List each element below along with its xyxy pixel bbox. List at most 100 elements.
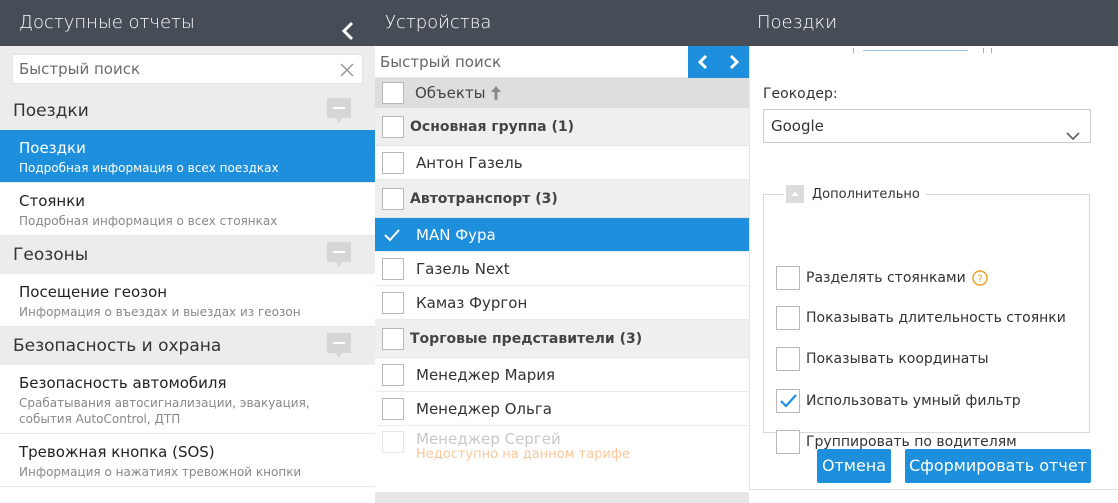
device-checkbox[interactable] (382, 363, 404, 386)
devices-search-bar (375, 46, 749, 78)
device-label: Антон Газель (416, 153, 523, 172)
report-item-title: Тревожная кнопка (SOS) (19, 443, 215, 461)
tariff-note: Недоступно на данном тарифе (416, 447, 631, 462)
devices-panel-header: Устройства (375, 0, 749, 46)
reports-search-box (12, 54, 363, 84)
option-smart-filter[interactable]: Использовать умный фильтр (776, 389, 1021, 413)
trips-panel-footer (749, 489, 1118, 503)
group-checkbox[interactable] (382, 115, 404, 138)
device-checkbox[interactable] (382, 291, 404, 314)
device-item[interactable]: Менеджер Мария (375, 358, 749, 392)
geocoder-value: Google (771, 117, 824, 135)
device-group-sales[interactable]: Торговые представители (3) (375, 320, 749, 358)
device-checkbox[interactable] (382, 397, 404, 420)
geocoder-select[interactable]: Google (763, 109, 1091, 143)
option-show-stop-duration[interactable]: Показывать длительность стоянки (776, 306, 1066, 330)
device-label: Менеджер Мария (416, 365, 556, 384)
sort-arrow-up-icon[interactable] (490, 85, 502, 101)
option-show-coordinates[interactable]: Показывать координаты (776, 347, 989, 371)
device-item[interactable]: Менеджер Ольга (375, 392, 749, 426)
geocoder-label: Геокодер: (763, 86, 838, 102)
option-label: Разделять стоянками (806, 270, 966, 286)
clear-search-icon[interactable] (340, 62, 354, 77)
option-label: Показывать координаты (806, 351, 989, 367)
device-group-main[interactable]: Основная группа (1) (375, 108, 749, 146)
option-checkbox[interactable] (776, 430, 800, 454)
help-icon[interactable]: ? (971, 270, 988, 286)
device-label: Менеджер Сергей (416, 430, 561, 448)
option-split-by-stops[interactable]: Разделять стоянками ? (776, 266, 988, 290)
advanced-legend-label: Дополнительно (812, 186, 920, 202)
trips-panel-title: Поездки (757, 12, 838, 33)
reports-search-input[interactable] (13, 55, 362, 83)
chevron-up-icon[interactable] (786, 185, 804, 203)
reports-panel: Доступные отчеты Поездки Поездки Подробн… (0, 0, 375, 503)
report-group-geozones[interactable]: Геозоны (0, 236, 375, 274)
option-checkbox[interactable] (776, 306, 800, 330)
device-checkbox[interactable] (382, 257, 404, 280)
option-checkbox-checked[interactable] (776, 389, 800, 413)
collapse-group-icon[interactable] (327, 242, 351, 268)
device-item-selected[interactable]: MAN Фура (375, 218, 749, 252)
option-checkbox[interactable] (776, 266, 800, 290)
device-item-disabled: Менеджер Сергей Недоступно на данном тар… (375, 426, 749, 466)
device-item[interactable]: Газель Next (375, 252, 749, 286)
option-label: Использовать умный фильтр (806, 393, 1021, 409)
check-icon[interactable] (382, 225, 402, 245)
select-all-checkbox[interactable] (382, 82, 404, 104)
cancel-button[interactable]: Отмена (817, 449, 891, 483)
report-group-label: Безопасность и охрана (13, 336, 222, 356)
report-group-trips[interactable]: Поездки (0, 92, 375, 130)
device-item[interactable]: Антон Газель (375, 146, 749, 180)
report-item-title: Поездки (19, 139, 86, 157)
devices-panel-title: Устройства (385, 12, 492, 33)
objects-column-label: Объекты (415, 84, 486, 102)
chevron-left-icon[interactable] (693, 52, 713, 72)
collapse-left-icon[interactable] (341, 13, 355, 41)
reports-panel-header: Доступные отчеты (0, 0, 375, 46)
advanced-options: Дополнительно Разделять стоянками ? Пока… (763, 185, 1090, 454)
objects-column-header[interactable]: Объекты (375, 78, 749, 108)
group-checkbox[interactable] (382, 327, 404, 350)
device-label: Камаз Фургон (416, 293, 528, 312)
device-checkbox-disabled (382, 431, 404, 453)
group-checkbox[interactable] (382, 187, 404, 210)
device-group-label: Автотранспорт (3) (410, 190, 558, 207)
collapse-group-icon[interactable] (327, 98, 351, 124)
device-label: Газель Next (416, 259, 510, 278)
device-label-disabled: Менеджер Сергей Недоступно на данном тар… (416, 431, 630, 463)
report-item-geozone-visits[interactable]: Посещение геозон Информация о въездах и … (0, 274, 375, 327)
report-item-title: Безопасность автомобиля (19, 374, 227, 392)
report-item-title: Стоянки (19, 192, 86, 210)
report-item-desc: Информация о нажатиях тревожной кнопки (19, 465, 302, 479)
option-label: Показывать длительность стоянки (806, 310, 1066, 326)
trips-panel-header: Поездки (749, 0, 1118, 46)
reports-panel-title: Доступные отчеты (19, 12, 195, 33)
device-group-label: Основная группа (1) (410, 118, 575, 135)
device-item[interactable]: Камаз Фургон (375, 286, 749, 320)
trips-settings-body: Геокодер: Google Дополнительно Разделять… (749, 46, 1118, 503)
devices-search-input[interactable] (375, 46, 688, 78)
device-group-vehicles[interactable]: Автотранспорт (3) (375, 180, 749, 218)
advanced-legend[interactable]: Дополнительно (784, 185, 926, 203)
option-label: Группировать по водителям (806, 434, 1017, 450)
page-nav (688, 46, 749, 78)
device-label: Менеджер Ольга (416, 399, 552, 418)
report-group-security[interactable]: Безопасность и охрана (0, 327, 375, 365)
chevron-right-icon[interactable] (724, 52, 744, 72)
device-checkbox[interactable] (382, 151, 404, 174)
svg-text:?: ? (977, 274, 982, 285)
report-item-title: Посещение геозон (19, 283, 168, 301)
chevron-down-icon[interactable] (1066, 120, 1080, 141)
device-label: MAN Фура (416, 225, 496, 244)
generate-report-button[interactable]: Сформировать отчет (905, 449, 1091, 483)
report-item-trips[interactable]: Поездки Подробная информация о всех поез… (0, 130, 375, 183)
report-item-vehicle-security[interactable]: Безопасность автомобиля Срабатывания авт… (0, 365, 375, 434)
report-item-desc: Подробная информация о всех поездках (19, 161, 279, 175)
report-group-label: Геозоны (13, 245, 89, 265)
collapse-group-icon[interactable] (327, 333, 351, 359)
report-item-stops[interactable]: Стоянки Подробная информация о всех стоя… (0, 183, 375, 236)
report-item-sos[interactable]: Тревожная кнопка (SOS) Информация о нажа… (0, 434, 375, 487)
trips-settings-panel: Поездки Геокодер: Google Дополнительно Р… (749, 0, 1118, 503)
option-checkbox[interactable] (776, 347, 800, 371)
